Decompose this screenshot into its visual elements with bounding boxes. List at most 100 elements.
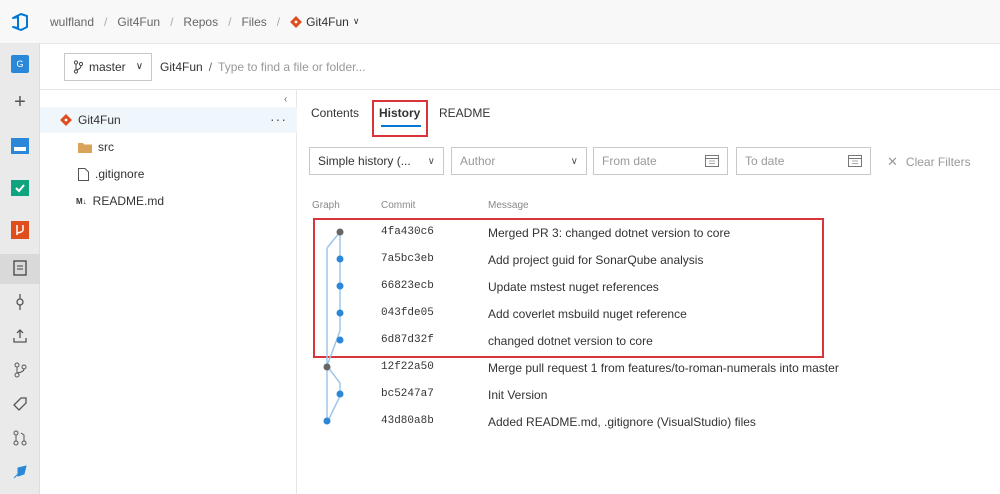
commit-node-icon bbox=[336, 255, 344, 263]
pipelines-icon[interactable] bbox=[8, 460, 32, 484]
top-bar: wulfland / Git4Fun / Repos / Files / Git… bbox=[0, 0, 1000, 44]
commit-message[interactable]: Add coverlet msbuild nuget reference bbox=[488, 307, 687, 321]
commit-message[interactable]: Merged PR 3: changed dotnet version to c… bbox=[488, 226, 730, 240]
calendar-icon bbox=[848, 155, 862, 167]
commit-hash[interactable]: 4fa430c6 bbox=[381, 226, 434, 238]
close-icon: ✕ bbox=[887, 154, 898, 169]
commit-message[interactable]: Init Version bbox=[488, 388, 547, 402]
more-actions-icon[interactable]: ··· bbox=[270, 111, 287, 127]
column-header-graph: Graph bbox=[312, 200, 340, 211]
commit-row[interactable]: bc5247a7 Init Version bbox=[309, 381, 849, 408]
breadcrumb-separator: / bbox=[170, 14, 174, 29]
azure-devops-logo-icon[interactable] bbox=[0, 0, 40, 44]
tree-item[interactable]: src bbox=[78, 134, 114, 160]
author-placeholder: Author bbox=[460, 154, 496, 168]
branch-icon bbox=[73, 59, 83, 74]
tab-readme[interactable]: README bbox=[439, 106, 490, 120]
commit-message[interactable]: Merge pull request 1 from features/to-ro… bbox=[488, 361, 839, 375]
commit-message[interactable]: Update mstest nuget references bbox=[488, 280, 659, 294]
branches-icon[interactable] bbox=[8, 358, 32, 382]
commit-row[interactable]: 4fa430c6 Merged PR 3: changed dotnet ver… bbox=[309, 219, 849, 246]
tree-item[interactable]: M↓ README.md bbox=[76, 188, 164, 214]
tab-contents[interactable]: Contents bbox=[311, 106, 359, 120]
chevron-down-icon: ∨ bbox=[135, 61, 144, 72]
history-mode-value: Simple history (... bbox=[318, 154, 411, 168]
to-date-placeholder: To date bbox=[745, 154, 785, 168]
tree-item[interactable]: .gitignore bbox=[78, 161, 144, 187]
commit-node-icon bbox=[336, 390, 344, 398]
breadcrumb-separator: / bbox=[228, 14, 232, 29]
project-avatar-icon[interactable]: G bbox=[8, 52, 32, 76]
commit-message[interactable]: Added README.md, .gitignore (VisualStudi… bbox=[488, 415, 756, 429]
commit-hash[interactable]: 043fde05 bbox=[381, 307, 434, 319]
commit-row[interactable]: 12f22a50 Merge pull request 1 from featu… bbox=[309, 354, 849, 381]
commit-node-icon bbox=[336, 282, 344, 290]
files-icon[interactable] bbox=[8, 256, 32, 280]
clear-filters-label: Clear Filters bbox=[905, 155, 971, 169]
path-root[interactable]: Git4Fun bbox=[160, 60, 203, 74]
commit-message[interactable]: changed dotnet version to core bbox=[488, 334, 653, 348]
branch-name: master bbox=[89, 59, 126, 74]
history-mode-dropdown[interactable]: Simple history (... ∨ bbox=[309, 147, 444, 175]
nav-rail: G + bbox=[0, 44, 40, 494]
column-header-message: Message bbox=[488, 200, 529, 211]
commit-node-icon bbox=[336, 309, 344, 317]
commit-row[interactable]: 43d80a8b Added README.md, .gitignore (Vi… bbox=[309, 408, 849, 435]
from-date-field[interactable]: From date bbox=[593, 147, 728, 175]
collapse-pane-icon[interactable]: ‹ bbox=[284, 94, 287, 105]
clear-filters-button[interactable]: ✕ Clear Filters bbox=[887, 154, 971, 170]
file-icon bbox=[78, 167, 89, 181]
tree-root[interactable]: Git4Fun ··· bbox=[40, 107, 297, 133]
pushes-icon[interactable] bbox=[8, 324, 32, 348]
tree-root-label: Git4Fun bbox=[78, 113, 121, 127]
commit-hash[interactable]: 7a5bc3eb bbox=[381, 253, 434, 265]
commit-hash[interactable]: 43d80a8b bbox=[381, 415, 434, 427]
commit-message[interactable]: Add project guid for SonarQube analysis bbox=[488, 253, 703, 267]
commit-row[interactable]: 043fde05 Add coverlet msbuild nuget refe… bbox=[309, 300, 849, 327]
path-search-input[interactable] bbox=[218, 59, 519, 74]
author-dropdown[interactable]: Author ∨ bbox=[451, 147, 587, 175]
pull-requests-icon[interactable] bbox=[8, 426, 32, 450]
breadcrumb: wulfland / Git4Fun / Repos / Files / Git… bbox=[40, 15, 359, 29]
commit-hash[interactable]: 66823ecb bbox=[381, 280, 434, 292]
chevron-down-icon: ∨ bbox=[427, 155, 435, 167]
boards-icon[interactable] bbox=[8, 176, 32, 200]
chevron-down-icon: ∨ bbox=[352, 16, 360, 26]
folder-icon bbox=[78, 142, 92, 153]
breadcrumb-project[interactable]: Git4Fun bbox=[117, 15, 160, 29]
repos-icon[interactable] bbox=[8, 218, 32, 242]
path-separator: / bbox=[208, 59, 213, 74]
repo-selector[interactable]: Git4Fun ∨ bbox=[290, 15, 359, 29]
branch-selector[interactable]: master ∨ bbox=[64, 52, 153, 81]
breadcrumb-separator: / bbox=[104, 14, 108, 29]
file-tree: ‹ Git4Fun ··· src .gitignore M↓ README.m… bbox=[40, 90, 297, 494]
commit-hash[interactable]: bc5247a7 bbox=[381, 388, 434, 400]
add-icon[interactable]: + bbox=[8, 90, 32, 114]
commit-node-icon bbox=[323, 417, 331, 425]
commit-node-icon bbox=[336, 228, 344, 236]
tree-item-label: README.md bbox=[92, 194, 165, 208]
chevron-down-icon: ∨ bbox=[570, 155, 578, 167]
breadcrumb-separator: / bbox=[276, 14, 281, 29]
history-tab-highlight bbox=[372, 100, 428, 137]
commit-node-icon bbox=[323, 363, 331, 371]
breadcrumb-org[interactable]: wulfland bbox=[50, 15, 94, 29]
commit-node-icon bbox=[336, 336, 344, 344]
breadcrumb-page[interactable]: Files bbox=[241, 15, 266, 29]
git-repo-icon bbox=[290, 15, 303, 28]
commit-hash[interactable]: 6d87d32f bbox=[381, 334, 434, 346]
from-date-placeholder: From date bbox=[602, 154, 657, 168]
column-header-commit: Commit bbox=[381, 200, 416, 211]
tags-icon[interactable] bbox=[8, 392, 32, 416]
overview-icon[interactable] bbox=[8, 134, 32, 158]
commits-icon[interactable] bbox=[8, 290, 32, 314]
markdown-icon: M↓ bbox=[76, 196, 87, 206]
commit-row[interactable]: 7a5bc3eb Add project guid for SonarQube … bbox=[309, 246, 849, 273]
to-date-field[interactable]: To date bbox=[736, 147, 871, 175]
history-panel: Contents History README Simple history (… bbox=[297, 90, 1000, 494]
commit-row[interactable]: 66823ecb Update mstest nuget references bbox=[309, 273, 849, 300]
commit-hash[interactable]: 12f22a50 bbox=[381, 361, 434, 373]
breadcrumb-section[interactable]: Repos bbox=[183, 15, 218, 29]
tree-item-label: .gitignore bbox=[95, 167, 145, 181]
commit-row[interactable]: 6d87d32f changed dotnet version to core bbox=[309, 327, 849, 354]
